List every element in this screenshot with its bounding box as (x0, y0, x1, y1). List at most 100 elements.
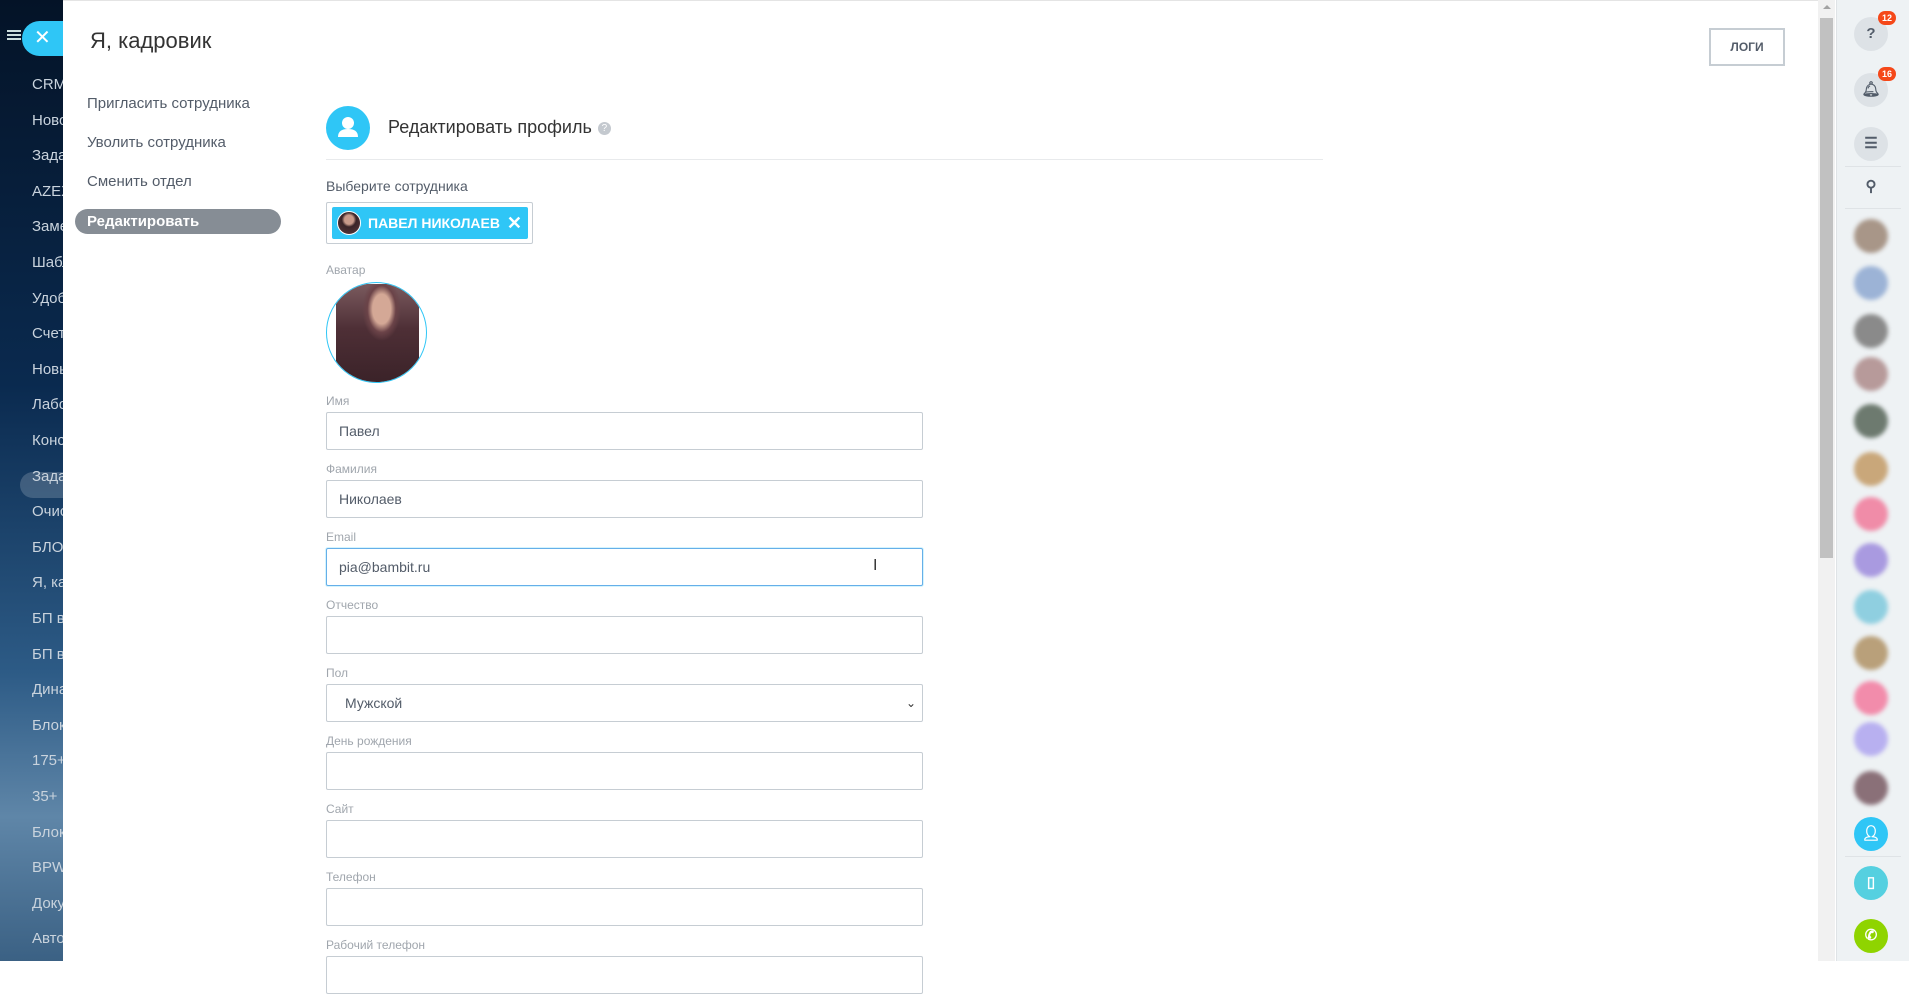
notifications-badge: 16 (1878, 67, 1896, 81)
field-label: День рождения (326, 734, 412, 748)
help-button[interactable]: ? 12 (1854, 11, 1896, 51)
menu-edit[interactable]: Редактировать (75, 209, 281, 234)
divider (326, 159, 1323, 160)
search-button[interactable]: ⚲ (1854, 170, 1888, 204)
left-menu-item[interactable]: Я, кадровик (32, 574, 64, 591)
scroll-up-icon[interactable] (1823, 5, 1831, 9)
recent-chat-avatar[interactable] (1854, 636, 1888, 670)
employee-chip: ПАВЕЛ НИКОЛАЕВ ✕ (332, 207, 528, 239)
field-input[interactable] (326, 752, 923, 790)
left-menu-item[interactable]: Документы (32, 895, 64, 912)
left-menu-item[interactable]: Задачи (32, 147, 64, 164)
left-menu-item[interactable]: Новости (32, 112, 64, 129)
chevron-down-icon: ⌄ (905, 696, 916, 710)
chat-button[interactable]: ☰ (1854, 127, 1888, 161)
employee-chip-name: ПАВЕЛ НИКОЛАЕВ (368, 215, 500, 231)
left-menu-item[interactable]: Задачи (32, 468, 64, 485)
field-label: Отчество (326, 598, 379, 612)
field-input[interactable] (326, 956, 923, 994)
menu-invite-employee[interactable]: Пригласить сотрудника (87, 95, 250, 112)
left-menu-item[interactable]: Автоматизация (32, 930, 64, 947)
left-menu-item[interactable]: BPW (32, 859, 64, 876)
field-label: Имя (326, 394, 350, 408)
avatar[interactable] (326, 282, 427, 383)
left-menu-item[interactable]: CRM (32, 76, 64, 93)
phone-device-icon: ▯ (1866, 874, 1876, 891)
recent-chat-avatar[interactable] (1854, 543, 1888, 577)
recent-chat-avatar[interactable] (1854, 722, 1888, 756)
recent-chat-avatar[interactable] (1854, 497, 1888, 531)
scrollbar[interactable] (1818, 0, 1835, 961)
left-menu-item[interactable]: 175+ (32, 752, 64, 769)
left-menu-item[interactable]: Счета (32, 325, 64, 342)
left-menu-item[interactable]: Конструктор (32, 432, 64, 449)
phone-icon: ✆ (1864, 927, 1878, 944)
employee-selector[interactable]: ПАВЕЛ НИКОЛАЕВ ✕ (326, 202, 533, 244)
help-badge: 12 (1878, 11, 1896, 25)
divider (1845, 208, 1901, 209)
timeman-button[interactable]: 👤︎ (1854, 817, 1888, 851)
field-input[interactable]: Николаев (326, 480, 923, 518)
field-label: Рабочий телефон (326, 938, 426, 952)
avatar-label: Аватар (326, 263, 366, 277)
left-menu-item[interactable]: БЛОГ (32, 539, 64, 556)
page-title: Я, кадровик (90, 28, 212, 53)
field-value: Павел (339, 423, 380, 439)
user-clock-icon: 👤︎ (1861, 825, 1881, 842)
menu-change-department[interactable]: Сменить отдел (87, 173, 192, 190)
help-icon[interactable]: ? (597, 121, 611, 135)
recent-chat-avatar[interactable] (1854, 590, 1888, 624)
remove-employee-icon[interactable]: ✕ (507, 207, 522, 239)
employee-chip-avatar (337, 211, 361, 235)
field-label: Пол (326, 666, 349, 680)
recent-chat-avatar[interactable] (1854, 314, 1888, 348)
scrollbar-thumb[interactable] (1820, 18, 1833, 558)
left-menu-item[interactable]: Очистка (32, 503, 64, 520)
gender-select[interactable]: Мужской ⌄ (326, 684, 923, 722)
recent-chat-avatar[interactable] (1854, 219, 1888, 253)
hamburger-menu-icon[interactable] (7, 30, 21, 40)
left-menu-item[interactable]: AZEX (32, 183, 64, 200)
field-input[interactable] (326, 616, 923, 654)
avatar-image (336, 284, 419, 382)
field-input[interactable] (326, 888, 923, 926)
notifications-button[interactable]: 🔔︎ 16 (1854, 67, 1896, 107)
recent-chat-avatar[interactable] (1854, 266, 1888, 300)
logs-button[interactable]: ЛОГИ (1709, 28, 1785, 66)
left-menu-item[interactable]: Лаборатория (32, 396, 64, 413)
call-button[interactable]: ✆ (1854, 919, 1888, 953)
recent-chat-avatar[interactable] (1854, 681, 1888, 715)
left-menu-item[interactable]: Удобно (32, 290, 64, 307)
slider-panel: Я, кадровик Пригласить сотрудника Уволит… (63, 0, 1818, 994)
chat-icon: ☰ (1864, 135, 1878, 152)
field-input[interactable]: pia@bambit.ru (326, 548, 923, 586)
left-menu-item[interactable]: 35+ (32, 788, 57, 805)
left-menu-item[interactable]: БП в (32, 646, 64, 663)
bell-icon: 🔔︎ (1861, 81, 1881, 98)
left-menu-item[interactable]: БП в (32, 610, 64, 627)
divider (1845, 166, 1901, 167)
field-value: Мужской (345, 695, 403, 711)
recent-chat-avatar[interactable] (1854, 771, 1888, 805)
left-menu-item[interactable]: Блоки (32, 717, 64, 734)
left-menu-item[interactable]: Заметки (32, 218, 64, 235)
recent-chat-avatar[interactable] (1854, 404, 1888, 438)
recent-chat-avatar[interactable] (1854, 357, 1888, 391)
right-bar: ? 12 🔔︎ 16 ☰ ⚲ 👤︎ ▯ ✆ (1836, 0, 1909, 961)
field-label: Фамилия (326, 462, 377, 476)
left-menu-item[interactable]: Новые (32, 361, 64, 378)
left-menu-item[interactable]: Динамика (32, 681, 64, 698)
field-value: pia@bambit.ru (339, 559, 431, 575)
field-input[interactable] (326, 820, 923, 858)
form-heading-text: Редактировать профиль (388, 117, 592, 137)
menu-fire-employee[interactable]: Уволить сотрудника (87, 134, 226, 151)
divider (1845, 856, 1901, 857)
left-menu-item[interactable]: Блоки (32, 824, 64, 841)
search-icon: ⚲ (1865, 178, 1877, 195)
field-label: Телефон (326, 870, 376, 884)
recent-chat-avatar[interactable] (1854, 452, 1888, 486)
form-heading: Редактировать профиль? (388, 117, 611, 138)
left-menu-item[interactable]: Шаблоны (32, 254, 64, 271)
devices-button[interactable]: ▯ (1854, 866, 1888, 900)
field-input[interactable]: Павел (326, 412, 923, 450)
